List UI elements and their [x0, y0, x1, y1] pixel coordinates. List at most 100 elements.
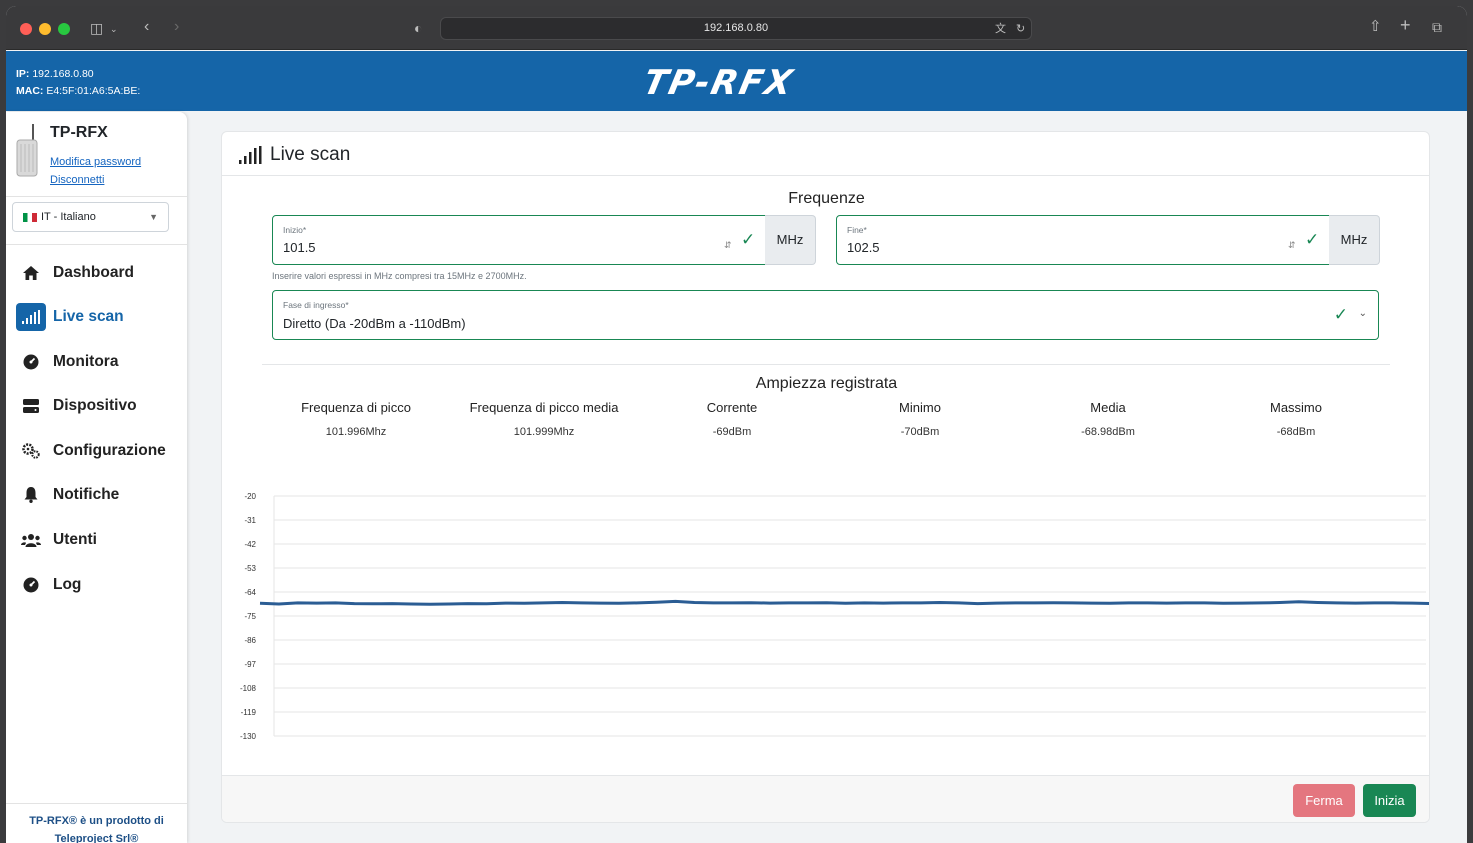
sidebar-item-utenti[interactable]: Utenti — [16, 525, 181, 555]
home-icon — [16, 259, 46, 287]
zoom-window-button[interactable] — [58, 23, 70, 35]
users-icon — [16, 526, 46, 554]
stat-max-label: Massimo — [1269, 400, 1322, 415]
reload-icon[interactable]: ↻ — [1016, 22, 1025, 36]
italy-flag-icon — [23, 213, 37, 222]
browser-toolbar: ◫ ⌄ ‹ › ◐ 192.168.0.80 文 ↻ ⇧ + ⧉ — [6, 6, 1467, 50]
sidebar-item-live-scan[interactable]: Live scan — [16, 302, 181, 332]
valid-check-icon: ✓ — [1305, 230, 1320, 249]
share-icon[interactable]: ⇧ — [1369, 19, 1382, 34]
sidebar-item-label: Live scan — [53, 308, 124, 325]
device-name: TP-RFX — [50, 124, 108, 141]
footer-line-1: TP-RFX® è un prodotto di — [29, 815, 164, 827]
minimize-window-button[interactable] — [39, 23, 51, 35]
mac-label: MAC: — [16, 85, 44, 97]
end-frequency-field[interactable]: Fine* 102.5 ⇵ ✓ — [836, 215, 1330, 265]
stat-min-value: -70dBm — [900, 426, 940, 438]
sidebar-item-configurazione[interactable]: Configurazione — [16, 436, 181, 466]
url-text: 192.168.0.80 — [703, 22, 769, 34]
change-password-link[interactable]: Modifica password — [50, 156, 141, 168]
number-spinner-icon[interactable]: ⇵ — [724, 240, 732, 251]
end-frequency-label: Fine* — [847, 225, 867, 235]
mac-value: E4:5F:01:A6:5A:BE: — [46, 85, 141, 97]
translate-icon[interactable]: 文 — [995, 22, 1006, 36]
stat-avg-peak-frequency-label: Frequenza di picco media — [469, 400, 619, 415]
back-icon[interactable]: ‹ — [144, 19, 149, 35]
server-icon — [16, 392, 46, 420]
sidebar-item-monitora[interactable]: Monitora — [16, 347, 181, 377]
stat-peak-frequency-label: Frequenza di picco — [301, 400, 411, 415]
frequencies-title: Frequenze — [788, 190, 865, 207]
input-stage-value: Diretto (Da -20dBm a -110dBm) — [283, 316, 466, 331]
tab-overview-icon[interactable]: ⧉ — [1432, 20, 1442, 34]
y-tick-label: -119 — [241, 708, 257, 717]
close-window-button[interactable] — [20, 23, 32, 35]
card-header: Live scan — [222, 132, 1429, 176]
y-tick-label: -31 — [244, 516, 256, 525]
y-tick-label: -86 — [244, 636, 256, 645]
forward-icon[interactable]: › — [174, 19, 179, 35]
sidebar-item-label: Dispositivo — [53, 397, 137, 414]
ip-label: IP: — [16, 68, 30, 80]
sidebar-item-log[interactable]: Log — [16, 570, 181, 600]
language-select[interactable]: IT - Italiano ▼ — [12, 202, 169, 232]
stat-avg-peak-frequency-value: 101.999Mhz — [513, 426, 575, 438]
amplitude-chart: -20 -31 -42 -53 -64 -75 -86 -97 -108 -119 -130 — [240, 492, 1429, 741]
signal-icon — [16, 303, 46, 331]
sidebar-item-dashboard[interactable]: Dashboard — [16, 258, 181, 288]
bell-icon — [16, 481, 46, 509]
browser-window: ◫ ⌄ ‹ › ◐ 192.168.0.80 文 ↻ ⇧ + ⧉ IP: 192… — [6, 6, 1467, 843]
signal-icon — [239, 146, 262, 164]
footer-line-2: Teleproject Srl® — [54, 833, 139, 843]
address-bar[interactable]: 192.168.0.80 文 ↻ — [440, 17, 1032, 40]
input-stage-select[interactable]: Fase di ingresso* Diretto (Da -20dBm a -… — [272, 290, 1379, 340]
app-header: IP: 192.168.0.80 MAC: E4:5F:01:A6:5A:BE:… — [6, 51, 1467, 111]
number-spinner-icon[interactable]: ⇵ — [1288, 240, 1296, 251]
logout-link[interactable]: Disconnetti — [50, 174, 104, 186]
sidebar-toggle-icon[interactable]: ◫ — [90, 21, 103, 35]
start-unit-addon: MHz — [765, 215, 816, 265]
gauge-icon — [16, 348, 46, 376]
start-frequency-value: 101.5 — [283, 240, 316, 255]
stop-button[interactable]: Ferma — [1293, 784, 1355, 817]
start-button[interactable]: Inizia — [1363, 784, 1416, 817]
divider — [262, 364, 1390, 365]
end-frequency-value: 102.5 — [847, 240, 880, 255]
y-tick-label: -75 — [244, 612, 256, 621]
device-image — [16, 124, 38, 177]
divider — [6, 803, 187, 804]
stat-peak-frequency-value: 101.996Mhz — [325, 426, 387, 438]
sidebar-item-label: Monitora — [53, 353, 119, 370]
stat-min-label: Minimo — [899, 400, 941, 415]
language-value: IT - Italiano — [41, 211, 96, 223]
ip-value: 192.168.0.80 — [32, 68, 94, 80]
chevron-down-icon: ⌄ — [1358, 308, 1367, 319]
amplitude-series-line — [259, 599, 1429, 606]
sidebar-item-dispositivo[interactable]: Dispositivo — [16, 391, 181, 421]
input-stage-label: Fase di ingresso* — [283, 300, 349, 310]
chevron-down-icon[interactable]: ⌄ — [110, 22, 118, 36]
y-tick-label: -64 — [244, 588, 256, 597]
new-tab-icon[interactable]: + — [1400, 16, 1411, 34]
privacy-shield-icon[interactable]: ◐ — [414, 21, 422, 35]
sidebar-item-label: Configurazione — [53, 442, 166, 459]
amplitude-title: Ampiezza registrata — [755, 375, 898, 392]
divider — [6, 244, 187, 245]
valid-check-icon: ✓ — [1333, 305, 1348, 324]
live-scan-card: Live scan Frequenze Inizio* 101.5 ⇵ ✓ MH… — [221, 131, 1430, 823]
sidebar-item-notifiche[interactable]: Notifiche — [16, 480, 181, 510]
y-tick-label: -108 — [240, 684, 257, 693]
start-frequency-field[interactable]: Inizio* 101.5 ⇵ ✓ — [272, 215, 766, 265]
stat-current-label: Corrente — [706, 400, 758, 415]
divider — [6, 196, 187, 197]
card-footer: Ferma Inizia — [222, 775, 1429, 822]
y-tick-label: -97 — [244, 660, 256, 669]
sidebar: TP-RFX Modifica password Disconnetti IT … — [6, 112, 187, 843]
sidebar-item-label: Dashboard — [53, 264, 134, 281]
stat-mean-value: -68.98dBm — [1081, 426, 1135, 438]
sidebar-item-label: Notifiche — [53, 486, 120, 503]
stat-max-value: -68dBm — [1276, 426, 1316, 438]
sidebar-item-label: Utenti — [53, 531, 97, 548]
brand-logo: TP-RFX — [639, 63, 798, 103]
y-tick-label: -20 — [244, 492, 256, 501]
